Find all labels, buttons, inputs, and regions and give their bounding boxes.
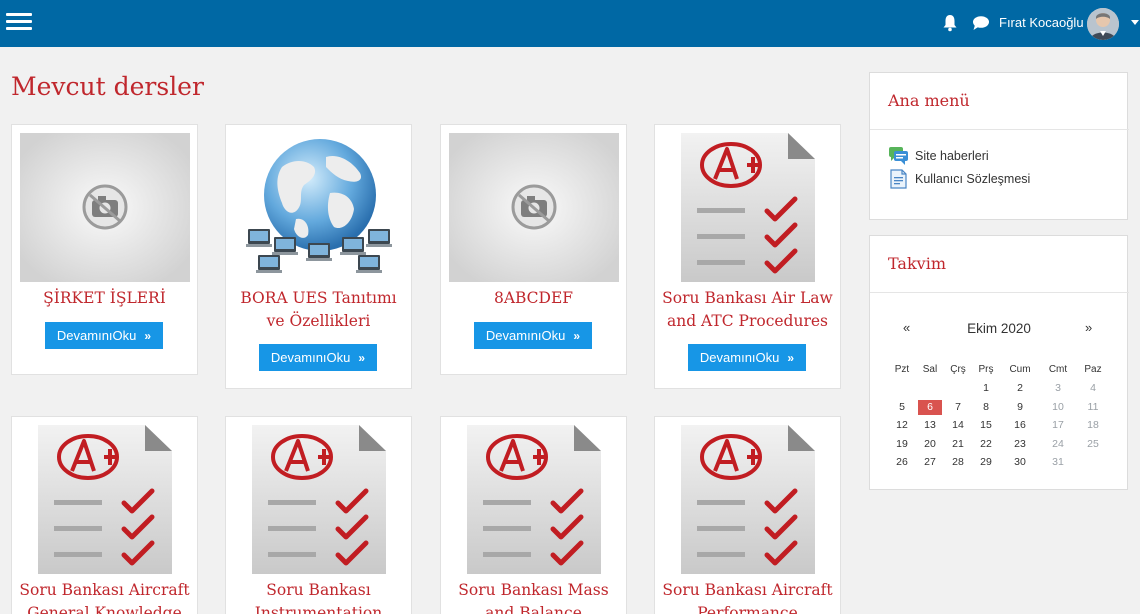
course-name[interactable]: 8ABCDEF: [445, 287, 622, 310]
calendar-prev-button[interactable]: «: [903, 320, 910, 335]
double-chevron-right-icon: »: [787, 351, 795, 365]
calendar-day[interactable]: 24: [1045, 437, 1071, 452]
read-more-label: DevamınıOku: [699, 350, 780, 365]
calendar-day[interactable]: 11: [1080, 400, 1106, 415]
calendar-day[interactable]: 18: [1080, 418, 1106, 433]
calendar-day[interactable]: 31: [1045, 455, 1071, 470]
calendar-day[interactable]: 28: [945, 455, 971, 470]
read-more-label: DevamınıOku: [270, 350, 351, 365]
course-name[interactable]: ŞİRKET İŞLERİ: [16, 287, 193, 310]
calendar-day[interactable]: 13: [917, 418, 943, 433]
calendar-day[interactable]: 29: [973, 455, 999, 470]
calendar-today[interactable]: 6: [918, 399, 942, 415]
calendar-day[interactable]: 2: [1007, 381, 1033, 396]
calendar-weekday-label: Paz: [1084, 364, 1102, 375]
course-card: Soru Bankası Mass and Balance: [440, 416, 627, 614]
calendar-day[interactable]: 12: [889, 418, 915, 433]
user-name[interactable]: Fırat Kocaoğlu: [999, 15, 1084, 30]
exam-paper-icon[interactable]: [234, 425, 404, 574]
course-name[interactable]: Soru Bankası Air Law and ATC Procedures: [659, 287, 836, 333]
top-navbar: Fırat Kocaoğlu: [0, 0, 1140, 47]
course-card: 8ABCDEF DevamınıOku »: [440, 124, 627, 375]
exam-paper-icon[interactable]: [663, 425, 833, 574]
calendar-day[interactable]: 27: [917, 455, 943, 470]
calendar-weekday-label: Cum: [1009, 364, 1031, 375]
double-chevron-right-icon: »: [144, 329, 152, 343]
course-name[interactable]: Soru Bankası Instrumentation: [230, 579, 407, 614]
avatar[interactable]: [1087, 8, 1119, 40]
calendar-day[interactable]: 7: [945, 400, 971, 415]
course-card: Soru Bankası Instrumentation: [225, 416, 412, 614]
course-name[interactable]: BORA UES Tanıtımı ve Özellikleri: [230, 287, 407, 333]
exam-paper-icon[interactable]: [449, 425, 619, 574]
no-image-camera-icon[interactable]: [20, 133, 190, 282]
forum-icon: [889, 147, 908, 165]
calendar-block: Takvim « Ekim 2020 » Pzt Sal Çrş Prş Cum Cmt P…: [869, 235, 1129, 490]
calendar-weekday-label: Prş: [978, 364, 994, 375]
calendar-next-button[interactable]: »: [1085, 320, 1092, 335]
menu-item-site-news[interactable]: Site haberleri: [888, 146, 989, 166]
calendar-day[interactable]: 4: [1080, 381, 1106, 396]
calendar-day[interactable]: 10: [1045, 400, 1071, 415]
calendar-weekday-label: Pzt: [894, 364, 910, 375]
calendar-day[interactable]: 14: [945, 418, 971, 433]
menu-item-label: Site haberleri: [915, 149, 989, 163]
calendar-day[interactable]: 15: [973, 418, 999, 433]
calendar-day[interactable]: 26: [889, 455, 915, 470]
main-menu-block: Ana menü Site haberleri Kullanıcı Sözleş…: [869, 72, 1129, 220]
calendar-day[interactable]: 5: [889, 400, 915, 415]
course-card: Soru Bankası Aircraft General Knowledge: [11, 416, 198, 614]
globe-network-image[interactable]: [234, 133, 404, 282]
document-icon: [890, 169, 907, 189]
hamburger-icon[interactable]: [6, 11, 32, 33]
calendar-weekday-label: Çrş: [950, 364, 966, 375]
calendar-day[interactable]: 19: [889, 437, 915, 452]
block-title: Ana menü: [888, 91, 970, 110]
calendar-day[interactable]: 17: [1045, 418, 1071, 433]
course-name[interactable]: Soru Bankası Aircraft General Knowledge: [16, 579, 193, 614]
block-title: Takvim: [888, 254, 946, 273]
calendar-day[interactable]: 30: [1007, 455, 1033, 470]
course-card: BORA UES Tanıtımı ve Özellikleri Devamın…: [225, 124, 412, 389]
chat-icon[interactable]: [972, 15, 990, 31]
calendar-month-title: Ekim 2020: [967, 321, 1031, 336]
calendar-day[interactable]: 1: [973, 381, 999, 396]
read-more-button[interactable]: DevamınıOku »: [259, 344, 377, 371]
bell-icon[interactable]: [942, 14, 958, 32]
read-more-label: DevamınıOku: [56, 328, 137, 343]
read-more-button[interactable]: DevamınıOku »: [474, 322, 592, 349]
read-more-label: DevamınıOku: [485, 328, 566, 343]
read-more-button[interactable]: DevamınıOku »: [45, 322, 163, 349]
menu-item-user-agreement[interactable]: Kullanıcı Sözleşmesi: [888, 169, 1030, 189]
calendar-day[interactable]: 16: [1007, 418, 1033, 433]
course-card: ŞİRKET İŞLERİ DevamınıOku »: [11, 124, 198, 375]
course-name[interactable]: Soru Bankası Aircraft Performance: [659, 579, 836, 614]
read-more-button[interactable]: DevamınıOku »: [688, 344, 806, 371]
calendar-day[interactable]: 21: [945, 437, 971, 452]
calendar-day[interactable]: 23: [1007, 437, 1033, 452]
course-name[interactable]: Soru Bankası Mass and Balance: [445, 579, 622, 614]
calendar-day[interactable]: 8: [973, 400, 999, 415]
calendar-weekday-label: Sal: [922, 364, 938, 375]
no-image-camera-icon[interactable]: [449, 133, 619, 282]
course-card: Soru Bankası Air Law and ATC Procedures …: [654, 124, 841, 389]
divider: [870, 292, 1129, 293]
exam-paper-icon[interactable]: [20, 425, 190, 574]
calendar-day[interactable]: 25: [1080, 437, 1106, 452]
calendar-weekday-label: Cmt: [1048, 364, 1068, 375]
double-chevron-right-icon: »: [358, 351, 366, 365]
menu-item-label: Kullanıcı Sözleşmesi: [915, 172, 1031, 186]
exam-paper-icon[interactable]: [663, 133, 833, 282]
page-title: Mevcut dersler: [11, 72, 204, 101]
calendar-day[interactable]: 20: [917, 437, 943, 452]
divider: [870, 129, 1129, 130]
chevron-down-icon[interactable]: [1131, 20, 1139, 25]
calendar-day[interactable]: 3: [1045, 381, 1071, 396]
calendar-day[interactable]: 22: [973, 437, 999, 452]
course-card: Soru Bankası Aircraft Performance: [654, 416, 841, 614]
calendar-day[interactable]: 9: [1007, 400, 1033, 415]
double-chevron-right-icon: »: [573, 329, 581, 343]
